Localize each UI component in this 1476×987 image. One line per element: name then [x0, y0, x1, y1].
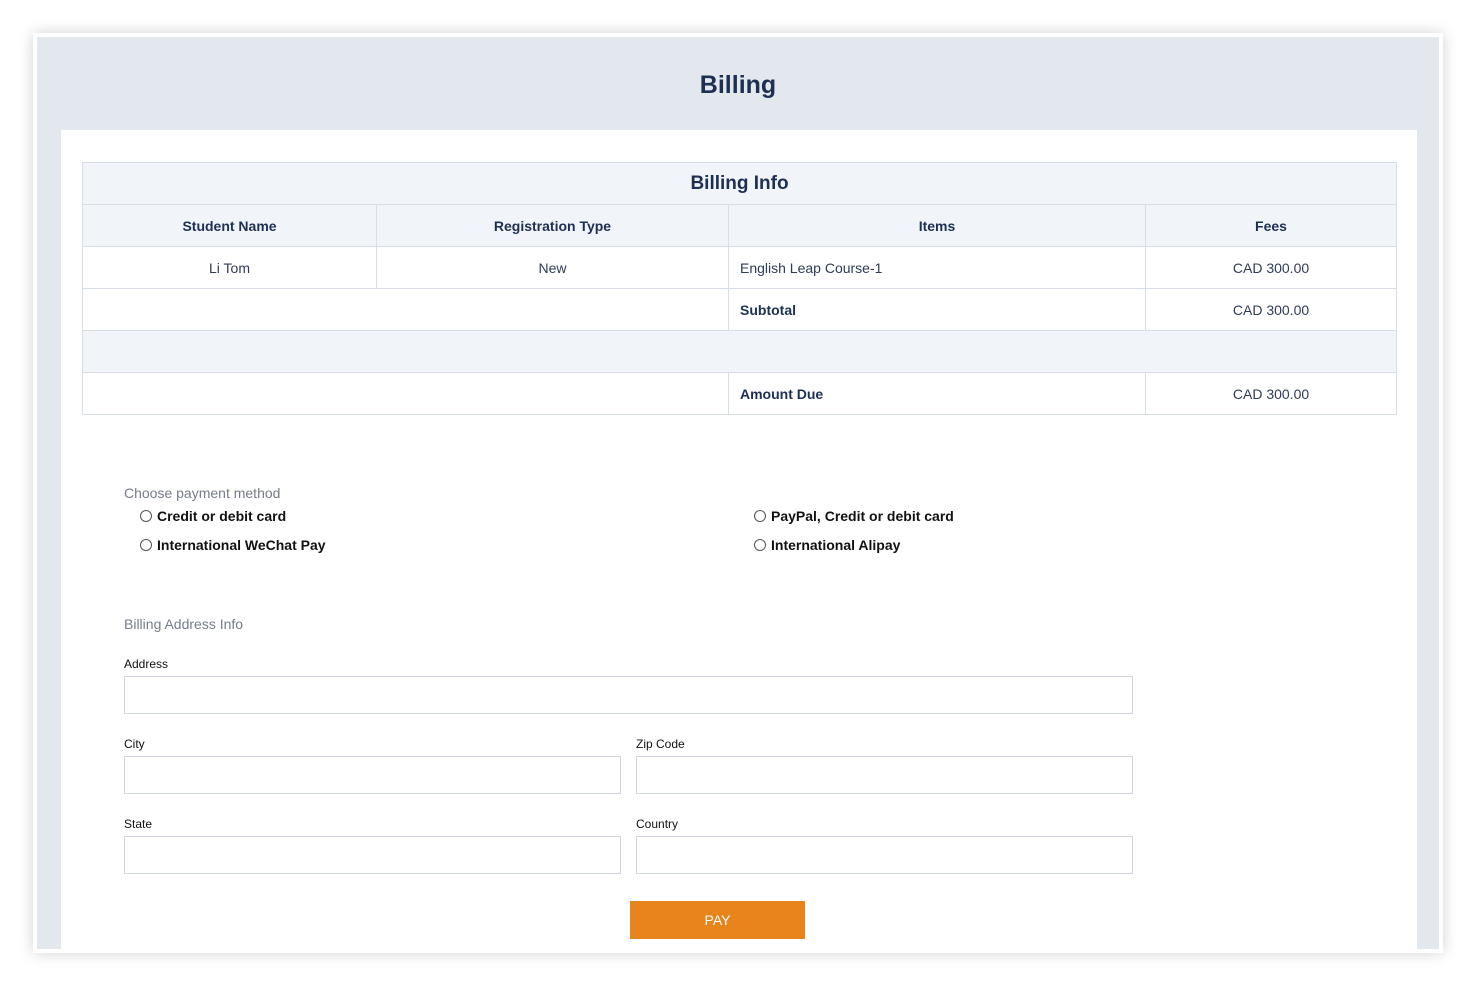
- registration-type-cell: New: [376, 246, 729, 289]
- radio-wechat-pay[interactable]: International WeChat Pay: [140, 537, 326, 553]
- item-cell: English Leap Course-1: [728, 246, 1146, 289]
- billing-card: Billing Info Student Name Registration T…: [61, 130, 1417, 949]
- billing-page: Billing Billing Info Student Name Regist…: [33, 33, 1443, 953]
- radio-button-icon[interactable]: [140, 539, 152, 551]
- radio-label: International Alipay: [771, 537, 901, 553]
- radio-label: International WeChat Pay: [157, 537, 326, 553]
- radio-button-icon[interactable]: [754, 510, 766, 522]
- subtotal-row: Subtotal CAD 300.00: [82, 288, 1398, 331]
- state-label: State: [124, 817, 153, 831]
- radio-credit-card[interactable]: Credit or debit card: [140, 508, 286, 524]
- blank-row: [81, 330, 1398, 373]
- fee-cell: CAD 300.00: [1144, 246, 1398, 289]
- table-row: Li Tom New English Leap Course-1 CAD 300…: [82, 246, 1398, 289]
- payment-method-label: Choose payment method: [124, 485, 281, 501]
- radio-button-icon[interactable]: [754, 539, 766, 551]
- column-header-student-name: Student Name: [82, 204, 377, 247]
- amount-due-value: CAD 300.00: [1144, 372, 1398, 415]
- radio-alipay[interactable]: International Alipay: [754, 537, 900, 553]
- empty-cell: [82, 288, 729, 331]
- amount-due-label: Amount Due: [728, 372, 1146, 415]
- amount-due-row: Amount Due CAD 300.00: [82, 372, 1398, 415]
- column-header-registration-type: Registration Type: [376, 204, 729, 247]
- billing-info-table: Billing Info Student Name Registration T…: [81, 162, 1398, 415]
- zip-code-label: Zip Code: [636, 737, 685, 751]
- country-label: Country: [636, 817, 679, 831]
- city-label: City: [124, 737, 145, 751]
- subtotal-value: CAD 300.00: [1144, 288, 1398, 331]
- empty-cell: [82, 372, 729, 415]
- country-input[interactable]: [636, 836, 1133, 874]
- subtotal-label: Subtotal: [728, 288, 1146, 331]
- column-header-items: Items: [728, 204, 1146, 247]
- student-name-cell: Li Tom: [82, 246, 377, 289]
- column-header-fees: Fees: [1144, 204, 1398, 247]
- radio-button-icon[interactable]: [140, 510, 152, 522]
- state-input[interactable]: [124, 836, 621, 874]
- billing-address-label: Billing Address Info: [124, 616, 244, 632]
- city-input[interactable]: [124, 756, 621, 794]
- billing-info-title: Billing Info: [81, 162, 1398, 205]
- address-label: Address: [124, 657, 169, 671]
- page-title: Billing: [699, 71, 777, 99]
- radio-label: PayPal, Credit or debit card: [771, 508, 954, 524]
- radio-label: Credit or debit card: [157, 508, 287, 524]
- pay-button[interactable]: PAY: [630, 901, 805, 939]
- address-input[interactable]: [124, 676, 1133, 714]
- zip-code-input[interactable]: [636, 756, 1133, 794]
- radio-paypal[interactable]: PayPal, Credit or debit card: [754, 508, 954, 524]
